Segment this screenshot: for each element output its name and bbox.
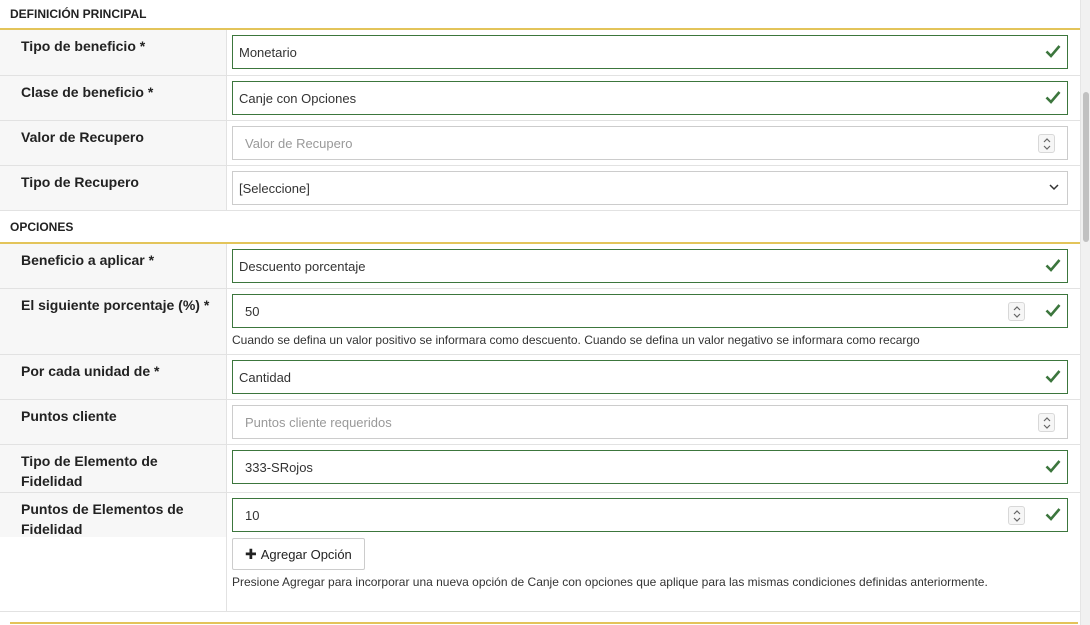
row-tipo-elemento: Tipo de Elemento de Fidelidad 333-SRojos xyxy=(0,445,1080,493)
row-puntos-elementos: Puntos de Elementos de Fidelidad 10 ✚ Ag… xyxy=(0,493,1080,612)
tipo-recupero-select[interactable]: [Seleccione] xyxy=(232,171,1068,205)
beneficio-aplicar-select[interactable]: Descuento porcentaje xyxy=(232,249,1068,283)
puntos-cliente-input[interactable]: Puntos cliente requeridos xyxy=(232,405,1068,439)
clase-beneficio-select[interactable]: Canje con Opciones xyxy=(232,81,1068,115)
row-valor-recupero: Valor de Recupero Valor de Recupero xyxy=(0,121,1080,166)
section-header-principal: DEFINICIÓN PRINCIPAL xyxy=(0,0,1080,30)
label-puntos-cliente: Puntos cliente xyxy=(0,400,227,444)
valor-recupero-input[interactable]: Valor de Recupero xyxy=(232,126,1068,160)
check-icon xyxy=(1045,259,1061,272)
row-beneficio-aplicar: Beneficio a aplicar * Descuento porcenta… xyxy=(0,244,1080,289)
check-icon xyxy=(1045,460,1061,473)
por-cada-unidad-select[interactable]: Cantidad xyxy=(232,360,1068,394)
puntos-elementos-input[interactable]: 10 xyxy=(232,498,1068,532)
spinner-icon[interactable] xyxy=(1008,302,1025,321)
check-icon xyxy=(1045,304,1061,317)
row-puntos-cliente: Puntos cliente Puntos cliente requeridos xyxy=(0,400,1080,445)
porcentaje-value: 50 xyxy=(245,303,260,319)
check-icon xyxy=(1045,508,1061,521)
field-valor-recupero: Valor de Recupero xyxy=(227,121,1080,165)
label-beneficio-aplicar: Beneficio a aplicar * xyxy=(0,244,227,288)
label-por-cada-unidad: Por cada unidad de * xyxy=(0,355,227,399)
label-tipo-beneficio: Tipo de beneficio * xyxy=(0,30,227,75)
field-tipo-beneficio: Monetario xyxy=(227,30,1080,75)
tipo-recupero-value: [Seleccione] xyxy=(239,180,310,196)
field-tipo-elemento: 333-SRojos xyxy=(227,445,1080,492)
agregar-opcion-label: Agregar Opción xyxy=(260,546,352,562)
agregar-help-text: Presione Agregar para incorporar una nue… xyxy=(232,575,988,589)
check-icon xyxy=(1045,91,1061,104)
check-icon xyxy=(1045,45,1061,58)
chevron-down-icon xyxy=(1049,184,1059,191)
section-header-opciones: OPCIONES xyxy=(0,211,1080,244)
field-puntos-cliente: Puntos cliente requeridos xyxy=(227,400,1080,444)
row-clase-beneficio: Clase de beneficio * Canje con Opciones xyxy=(0,76,1080,121)
label-clase-beneficio: Clase de beneficio * xyxy=(0,76,227,120)
puntos-cliente-placeholder: Puntos cliente requeridos xyxy=(245,414,392,430)
valor-recupero-placeholder: Valor de Recupero xyxy=(245,135,353,151)
tipo-beneficio-select[interactable]: Monetario xyxy=(232,35,1068,69)
row-por-cada-unidad: Por cada unidad de * Cantidad xyxy=(0,355,1080,400)
porcentaje-help-text: Cuando se defina un valor positivo se in… xyxy=(232,333,920,347)
tipo-beneficio-value: Monetario xyxy=(239,44,297,60)
section-divider xyxy=(10,622,1078,624)
spinner-icon[interactable] xyxy=(1038,413,1055,432)
field-puntos-elementos: 10 ✚ Agregar Opción Presione Agregar par… xyxy=(227,493,1080,611)
field-porcentaje: 50 Cuando se defina un valor positivo se… xyxy=(227,289,1080,354)
clase-beneficio-value: Canje con Opciones xyxy=(239,90,357,106)
por-cada-unidad-value: Cantidad xyxy=(239,369,292,385)
form-container: DEFINICIÓN PRINCIPAL Tipo de beneficio *… xyxy=(0,0,1080,612)
spinner-icon[interactable] xyxy=(1008,506,1025,525)
label-valor-recupero: Valor de Recupero xyxy=(0,121,227,165)
row-porcentaje: El siguiente porcentaje (%) * 50 Cuando … xyxy=(0,289,1080,355)
label-puntos-elementos: Puntos de Elementos de Fidelidad xyxy=(0,493,227,611)
row-tipo-recupero: Tipo de Recupero [Seleccione] xyxy=(0,166,1080,211)
spinner-icon[interactable] xyxy=(1038,134,1055,153)
label-tipo-elemento: Tipo de Elemento de Fidelidad xyxy=(0,445,227,492)
puntos-elementos-value: 10 xyxy=(245,507,260,523)
field-tipo-recupero: [Seleccione] xyxy=(227,166,1080,210)
agregar-opcion-button[interactable]: ✚ Agregar Opción xyxy=(232,538,365,570)
vertical-scrollbar[interactable] xyxy=(1080,0,1090,625)
label-tipo-recupero: Tipo de Recupero xyxy=(0,166,227,210)
scrollbar-thumb[interactable] xyxy=(1083,92,1089,242)
plus-icon: ✚ xyxy=(245,545,257,562)
row-tipo-beneficio: Tipo de beneficio * Monetario xyxy=(0,30,1080,76)
label-porcentaje: El siguiente porcentaje (%) * xyxy=(0,289,227,354)
field-por-cada-unidad: Cantidad xyxy=(227,355,1080,399)
tipo-elemento-select[interactable]: 333-SRojos xyxy=(232,450,1068,484)
porcentaje-input[interactable]: 50 xyxy=(232,294,1068,328)
beneficio-aplicar-value: Descuento porcentaje xyxy=(239,258,366,274)
tipo-elemento-value: 333-SRojos xyxy=(245,459,313,475)
field-beneficio-aplicar: Descuento porcentaje xyxy=(227,244,1080,288)
check-icon xyxy=(1045,370,1061,383)
field-clase-beneficio: Canje con Opciones xyxy=(227,76,1080,120)
